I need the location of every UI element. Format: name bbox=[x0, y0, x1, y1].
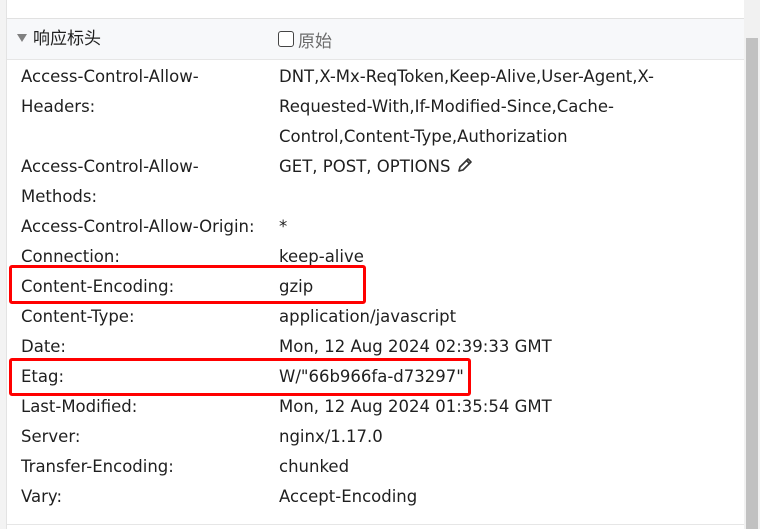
response-headers-section-header[interactable]: 响应标头 原始 bbox=[7, 19, 744, 60]
header-row: Server: nginx/1.17.0 bbox=[21, 422, 741, 452]
header-value: Accept-Encoding bbox=[279, 487, 418, 506]
checkbox-icon[interactable] bbox=[278, 31, 294, 47]
header-value: GET, POST, OPTIONS bbox=[279, 152, 679, 212]
header-row: Last-Modified: Mon, 12 Aug 2024 01:35:54… bbox=[21, 392, 741, 422]
header-name-line: Access-Control-Allow- bbox=[21, 157, 199, 176]
header-row: Date: Mon, 12 Aug 2024 02:39:33 GMT bbox=[21, 332, 741, 362]
header-value: W/"66b966fa-d73297" bbox=[279, 367, 464, 386]
raw-toggle[interactable]: 原始 bbox=[278, 27, 332, 52]
header-name: Connection: bbox=[21, 247, 120, 266]
header-value: keep-alive bbox=[279, 247, 364, 266]
header-name: Date: bbox=[21, 337, 66, 356]
header-name: Access-Control-Allow- Headers: bbox=[21, 62, 279, 152]
header-name-line: Headers: bbox=[21, 97, 96, 116]
raw-label: 原始 bbox=[298, 31, 332, 52]
header-value: application/javascript bbox=[279, 307, 457, 326]
header-name: Access-Control-Allow- Methods: bbox=[21, 152, 279, 212]
devtools-headers-panel: 响应标头 原始 Access-Control-Allow- Headers: D… bbox=[0, 0, 760, 529]
header-row: Content-Type: application/javascript bbox=[21, 302, 741, 332]
header-row: Access-Control-Allow- Methods: GET, POST… bbox=[21, 152, 741, 212]
scrollbar-thumb[interactable] bbox=[746, 38, 758, 529]
section-title: 响应标头 bbox=[33, 29, 101, 49]
header-name: Vary: bbox=[21, 487, 63, 506]
panel-left-rail bbox=[0, 0, 7, 529]
header-row: Transfer-Encoding: chunked bbox=[21, 452, 741, 482]
header-value: Mon, 12 Aug 2024 02:39:33 GMT bbox=[279, 337, 552, 356]
triangle-down-icon[interactable] bbox=[17, 34, 27, 42]
header-name: Access-Control-Allow-Origin: bbox=[21, 217, 255, 236]
section-divider bbox=[7, 524, 744, 525]
header-row: Connection: keep-alive bbox=[21, 242, 741, 272]
header-name: Content-Encoding: bbox=[21, 277, 175, 296]
header-row: Vary: Accept-Encoding bbox=[21, 482, 741, 512]
header-name-line: Methods: bbox=[21, 187, 98, 206]
header-row: Access-Control-Allow-Origin: * bbox=[21, 212, 741, 242]
panel-top-strip bbox=[0, 0, 744, 19]
header-row: Access-Control-Allow- Headers: DNT,X-Mx-… bbox=[21, 62, 741, 152]
header-name: Content-Type: bbox=[21, 307, 135, 326]
header-row-content-encoding: Content-Encoding: gzip bbox=[21, 272, 741, 302]
header-name: Server: bbox=[21, 427, 81, 446]
header-value-line: DNT,X-Mx-ReqToken,Keep-Alive,User-Agent,… bbox=[279, 67, 654, 86]
header-name: Transfer-Encoding: bbox=[21, 457, 174, 476]
header-row-etag: Etag: W/"66b966fa-d73297" bbox=[21, 362, 741, 392]
header-value-line: Requested-With,If-Modified-Since,Cache- bbox=[279, 97, 614, 116]
scrollbar-track[interactable] bbox=[744, 0, 760, 529]
header-name-line: Access-Control-Allow- bbox=[21, 67, 199, 86]
header-value: gzip bbox=[279, 277, 314, 296]
header-name: Last-Modified: bbox=[21, 397, 138, 416]
header-name: Etag: bbox=[21, 367, 65, 386]
header-value: Mon, 12 Aug 2024 01:35:54 GMT bbox=[279, 397, 552, 416]
header-value-line: Control,Content-Type,Authorization bbox=[279, 127, 568, 146]
header-value: DNT,X-Mx-ReqToken,Keep-Alive,User-Agent,… bbox=[279, 62, 679, 152]
header-value: nginx/1.17.0 bbox=[279, 427, 383, 446]
header-value: * bbox=[279, 217, 288, 236]
pencil-icon[interactable] bbox=[456, 154, 474, 184]
header-value-text: GET, POST, OPTIONS bbox=[279, 157, 451, 176]
header-value: chunked bbox=[279, 457, 350, 476]
header-list: Access-Control-Allow- Headers: DNT,X-Mx-… bbox=[21, 62, 741, 512]
